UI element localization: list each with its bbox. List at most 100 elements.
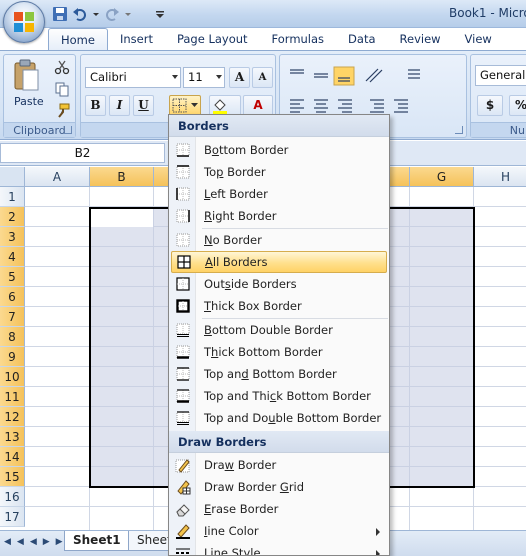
menu-item-line-style[interactable]: Line Style: [169, 542, 389, 555]
menu-item-erase-border[interactable]: Erase Border: [169, 498, 389, 520]
menu-item-draw-border[interactable]: Draw Border: [169, 454, 389, 476]
clipboard-launcher-icon[interactable]: [64, 126, 72, 134]
sheet-nav-arrows-icon[interactable]: ◀◀◀▶▶: [4, 537, 69, 547]
chevron-down-icon[interactable]: [172, 75, 178, 79]
menu-item-left-border[interactable]: Left Border: [169, 183, 389, 205]
tab-page-layout[interactable]: Page Layout: [165, 28, 260, 50]
format-painter-icon[interactable]: [54, 103, 70, 119]
menu-item-bottom-border[interactable]: Bottom Border: [169, 139, 389, 161]
alignment-launcher-icon[interactable]: [455, 126, 463, 134]
row-header[interactable]: 14: [0, 447, 25, 467]
top-border-icon: [176, 165, 190, 179]
column-header-a[interactable]: A: [25, 167, 90, 187]
menu-item-no-border[interactable]: No Border: [169, 229, 389, 251]
font-size-combo[interactable]: 11: [183, 67, 225, 88]
select-all-corner[interactable]: [0, 167, 25, 187]
number-format-combo[interactable]: General: [475, 65, 526, 86]
pencil-grid-icon: [177, 480, 191, 495]
title-bar: Book1 - Micro: [0, 0, 526, 43]
menu-item-top-and-double-bottom-border[interactable]: Top and Double Bottom Border: [169, 407, 389, 429]
customize-qat-icon[interactable]: [154, 6, 166, 22]
column-header-h[interactable]: H: [474, 167, 526, 187]
redo-dropdown-icon[interactable]: [124, 6, 132, 22]
row-header[interactable]: 1: [0, 187, 25, 207]
italic-button[interactable]: I: [109, 95, 130, 116]
undo-icon[interactable]: [72, 6, 88, 22]
menu-item-label: Right Border: [204, 209, 277, 223]
bold-button[interactable]: B: [85, 95, 106, 116]
menu-item-top-border[interactable]: Top Border: [169, 161, 389, 183]
fill-color-button[interactable]: [209, 95, 241, 116]
percent-button[interactable]: %: [509, 95, 526, 116]
menu-item-label: Thick Box Border: [204, 299, 302, 313]
vertical-align-icons[interactable]: [286, 65, 462, 87]
top-thick-bottom-border-icon: [176, 389, 190, 403]
row-header[interactable]: 7: [0, 307, 25, 327]
shrink-font-button[interactable]: A: [252, 67, 273, 88]
row-header[interactable]: 10: [0, 367, 25, 387]
tab-formulas[interactable]: Formulas: [260, 28, 337, 50]
save-icon[interactable]: [52, 6, 68, 22]
row-header[interactable]: 17: [0, 507, 25, 527]
paste-label[interactable]: Paste: [14, 95, 44, 108]
menu-item-label: All Borders: [205, 255, 268, 269]
font-color-button[interactable]: A: [243, 95, 273, 116]
office-button[interactable]: [3, 1, 45, 43]
tab-review[interactable]: Review: [388, 28, 453, 50]
tab-insert[interactable]: Insert: [108, 28, 165, 50]
submenu-arrow-icon: [376, 550, 380, 555]
active-cell[interactable]: [91, 209, 153, 227]
row-header[interactable]: 9: [0, 347, 25, 367]
tab-home[interactable]: Home: [48, 28, 108, 50]
menu-item-right-border[interactable]: Right Border: [169, 205, 389, 227]
menu-item-draw-border-grid[interactable]: Draw Border Grid: [169, 476, 389, 498]
line-style-icon: [176, 548, 190, 554]
row-header[interactable]: 8: [0, 327, 25, 347]
menu-item-outside-borders[interactable]: Outside Borders: [169, 273, 389, 295]
no-border-icon: [176, 233, 190, 247]
row-header[interactable]: 15: [0, 467, 25, 487]
quick-access-toolbar: [52, 5, 166, 23]
row-header[interactable]: 11: [0, 387, 25, 407]
sheet-tab-active[interactable]: Sheet1: [64, 531, 130, 551]
paste-icon[interactable]: [12, 59, 40, 93]
menu-item-bottom-double-border[interactable]: Bottom Double Border: [169, 319, 389, 341]
font-name-combo[interactable]: Calibri: [85, 67, 181, 88]
grow-font-button[interactable]: A: [229, 67, 250, 88]
menu-item-top-and-thick-bottom-border[interactable]: Top and Thick Bottom Border: [169, 385, 389, 407]
column-header-b[interactable]: B: [90, 167, 154, 187]
tab-view[interactable]: View: [453, 28, 504, 50]
name-box[interactable]: B2: [0, 143, 165, 163]
row-header[interactable]: 4: [0, 247, 25, 267]
row-header[interactable]: 12: [0, 407, 25, 427]
menu-item-thick-bottom-border[interactable]: Thick Bottom Border: [169, 341, 389, 363]
row-header[interactable]: 16: [0, 487, 25, 507]
row-header[interactable]: 6: [0, 287, 25, 307]
row-header[interactable]: 3: [0, 227, 25, 247]
menu-item-all-borders[interactable]: All Borders: [171, 251, 387, 273]
chevron-down-icon[interactable]: [216, 75, 222, 79]
currency-button[interactable]: $: [477, 95, 503, 116]
right-border-icon: [176, 209, 190, 223]
menu-item-label: Draw Border: [204, 458, 277, 472]
column-header-g[interactable]: G: [410, 167, 474, 187]
menu-item-top-and-bottom-border[interactable]: Top and Bottom Border: [169, 363, 389, 385]
cut-icon[interactable]: [54, 59, 70, 75]
bottom-double-border-icon: [176, 323, 190, 337]
tab-data[interactable]: Data: [336, 28, 387, 50]
redo-icon[interactable]: [104, 6, 120, 22]
undo-dropdown-icon[interactable]: [92, 6, 100, 22]
menu-item-thick-box-border[interactable]: Thick Box Border: [169, 295, 389, 317]
row-header[interactable]: 2: [0, 207, 25, 227]
row-header[interactable]: 5: [0, 267, 25, 287]
chevron-down-icon: [191, 103, 198, 107]
menu-header-draw-borders: Draw Borders: [169, 431, 389, 453]
copy-icon[interactable]: [54, 81, 70, 97]
underline-button[interactable]: U: [133, 95, 154, 116]
row-header[interactable]: 13: [0, 427, 25, 447]
menu-item-line-color[interactable]: Iine Color: [169, 520, 389, 542]
borders-button[interactable]: [169, 95, 201, 116]
clipboard-group: Paste Clipboard: [3, 54, 76, 138]
menu-item-label: Draw Border Grid: [204, 480, 305, 494]
font-size-value: 11: [188, 70, 203, 84]
